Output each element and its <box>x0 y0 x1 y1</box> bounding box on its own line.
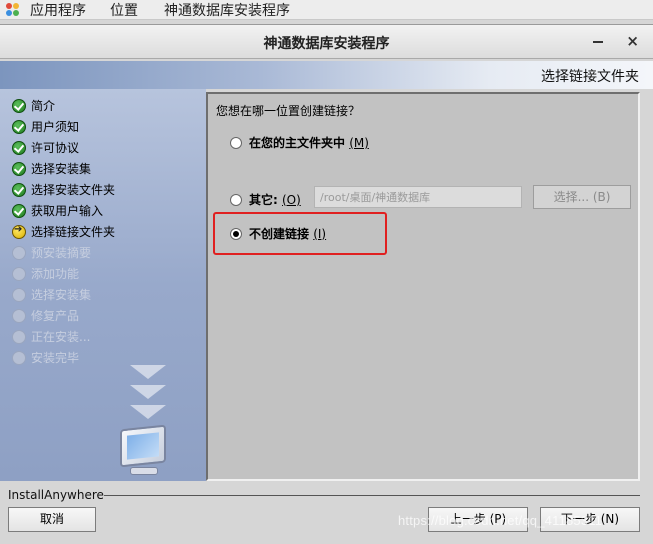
menu-places[interactable]: 位置 <box>110 0 138 20</box>
cancel-button[interactable]: 取消 <box>8 507 96 532</box>
step-label: 选择链接文件夹 <box>31 225 116 239</box>
step-item: 许可协议 <box>12 139 79 156</box>
step-item: 安装完毕 <box>12 349 79 366</box>
step-item: 正在安装... <box>12 328 90 345</box>
step-item: 选择安装集 <box>12 286 91 303</box>
step-item: 选择链接文件夹 <box>12 223 115 240</box>
window-title: 神通数据库安装程序 <box>263 36 390 52</box>
pending-circle-icon <box>12 308 26 323</box>
step-item: 选择安装集 <box>12 160 91 177</box>
close-button[interactable]: × <box>626 32 639 50</box>
step-label: 获取用户输入 <box>31 204 104 218</box>
pending-circle-icon <box>12 266 26 281</box>
pending-circle-icon <box>12 350 26 365</box>
check-circle-icon <box>12 119 26 134</box>
step-item: 简介 <box>12 97 55 114</box>
radio-home-folder[interactable] <box>230 136 242 149</box>
step-item: 用户须知 <box>12 118 79 135</box>
step-item: 修复产品 <box>12 307 79 324</box>
option-other-mnemonic: (O) <box>282 192 301 207</box>
check-circle-icon <box>12 98 26 113</box>
option-other-label: 其它: <box>249 193 278 207</box>
step-label: 正在安装... <box>31 330 91 344</box>
check-circle-icon <box>12 140 26 155</box>
check-circle-icon <box>12 182 26 197</box>
step-item: 获取用户输入 <box>12 202 103 219</box>
step-item: 添加功能 <box>12 265 79 282</box>
menu-applications[interactable]: 应用程序 <box>30 0 86 20</box>
step-label: 选择安装文件夹 <box>31 183 116 197</box>
minimize-button[interactable] <box>593 41 603 43</box>
step-header-band: 选择链接文件夹 <box>0 61 653 89</box>
option-home-folder[interactable]: 在您的主文件夹中 (M) <box>230 134 369 151</box>
annotation-highlight-box <box>213 212 387 255</box>
menu-active-window[interactable]: 神通数据库安装程序 <box>164 0 290 20</box>
option-home-folder-label: 在您的主文件夹中 <box>249 136 346 150</box>
pending-circle-icon <box>12 287 26 302</box>
step-label: 预安装摘要 <box>31 246 92 260</box>
step-label: 添加功能 <box>31 267 80 281</box>
question-label: 您想在哪一位置创建链接？ <box>216 104 361 118</box>
steps-panel: 简介用户须知许可协议选择安装集选择安装文件夹获取用户输入选择链接文件夹预安装摘要… <box>0 89 206 481</box>
option-home-folder-mnemonic: (M) <box>349 135 369 150</box>
choose-button[interactable]: 选择... (B) <box>533 185 631 209</box>
installer-window: 神通数据库安装程序 × 选择链接文件夹 简介 用户须知 许可协议 选择安装集 选择安装文… <box>0 24 653 544</box>
watermark-text: https://blog.csdn.net/qq_41185311 <box>398 513 603 528</box>
computer-monitor-icon <box>116 424 172 479</box>
option-other[interactable]: 其它: (O) <box>230 191 301 208</box>
chevron-down-icon <box>130 385 166 399</box>
link-path-input[interactable] <box>314 186 522 208</box>
step-label: 安装完毕 <box>31 351 80 365</box>
apps-menu-icon[interactable] <box>6 2 20 17</box>
arrow-circle-icon <box>12 224 26 239</box>
content-panel: 您想在哪一位置创建链接？ 在您的主文件夹中 (M) 其它: (O) 选择... … <box>206 92 640 481</box>
step-label: 选择安装集 <box>31 162 92 176</box>
pending-circle-icon <box>12 245 26 260</box>
step-label: 简介 <box>31 99 56 113</box>
check-circle-icon <box>12 203 26 218</box>
window-titlebar[interactable]: 神通数据库安装程序 × <box>0 25 653 59</box>
step-label: 选择安装集 <box>31 288 92 302</box>
pending-circle-icon <box>12 329 26 344</box>
step-label: 许可协议 <box>31 141 80 155</box>
chevron-down-icon <box>130 365 166 379</box>
step-item: 预安装摘要 <box>12 244 91 261</box>
step-label: 用户须知 <box>31 120 80 134</box>
installanywhere-label: InstallAnywhere <box>8 488 104 502</box>
chevron-down-icon <box>130 405 166 419</box>
check-circle-icon <box>12 161 26 176</box>
footer-divider <box>104 495 640 496</box>
step-item: 选择安装文件夹 <box>12 181 115 198</box>
step-label: 修复产品 <box>31 309 80 323</box>
desktop-top-bar: 应用程序 位置 神通数据库安装程序 <box>0 0 653 20</box>
current-step-title: 选择链接文件夹 <box>541 69 639 85</box>
radio-other[interactable] <box>230 193 242 206</box>
